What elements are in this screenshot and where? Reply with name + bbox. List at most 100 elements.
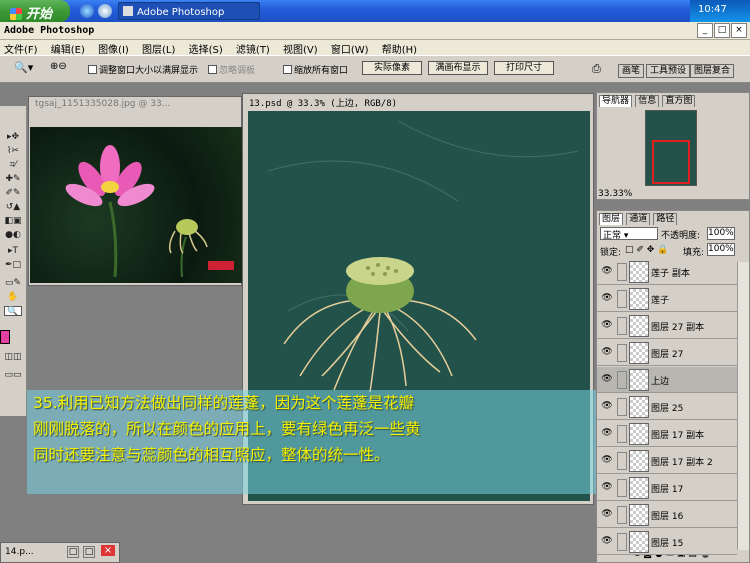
layer-row[interactable]: 👁 图层 15 xyxy=(597,529,737,555)
layers-scrollbar[interactable] xyxy=(737,262,749,550)
brush-link-slot[interactable] xyxy=(617,425,627,443)
layer-row[interactable]: 👁 图层 17 副本 2 xyxy=(597,448,737,474)
fill-input[interactable]: 100% xyxy=(707,243,735,256)
fill-label: 填充: xyxy=(683,248,705,258)
brush-link-slot[interactable] xyxy=(617,371,627,389)
tab-navigator[interactable]: 导航器 xyxy=(599,95,633,107)
brush-link-slot[interactable] xyxy=(617,533,627,551)
maximize-button[interactable]: □ xyxy=(714,23,730,38)
path-tool-icon[interactable]: ▸T xyxy=(4,246,22,256)
layer-name: 图层 17 副本 2 xyxy=(651,458,713,468)
eye-icon[interactable]: 👁 xyxy=(601,509,613,519)
pen-tool-icon[interactable]: ✒□ xyxy=(4,260,22,270)
navigator-view-box[interactable] xyxy=(652,140,690,184)
desktop-icon[interactable] xyxy=(98,4,112,18)
lasso-tool-icon[interactable]: ⌇✂ xyxy=(4,146,22,156)
lock-icons[interactable]: □ ✐ ✥ 🔒 xyxy=(625,245,668,255)
brush-link-slot[interactable] xyxy=(617,452,627,470)
tab-histogram[interactable]: 直方图 xyxy=(662,95,696,107)
layer-row[interactable]: 👁 图层 27 副本 xyxy=(597,313,737,339)
layer-row[interactable]: 👁 图层 17 副本 xyxy=(597,421,737,447)
navigator-zoom[interactable]: 33.33% xyxy=(598,189,632,199)
layer-thumbnail xyxy=(629,504,649,526)
foreground-color-swatch[interactable] xyxy=(0,330,10,344)
layer-row[interactable]: 👁 莲子 xyxy=(597,286,737,312)
palette-well-icon[interactable]: ⎙ xyxy=(592,62,601,76)
tab-layer-comps[interactable]: 图层复合 xyxy=(690,64,735,78)
brush-link-slot[interactable] xyxy=(617,317,627,335)
doc2-title: 13.psd @ 33.3% (上边, RGB/8) xyxy=(249,99,398,109)
layer-name: 上边 xyxy=(651,377,670,387)
maximize-doc-button[interactable]: □ xyxy=(83,546,95,558)
layer-thumbnail xyxy=(629,423,649,445)
layer-row[interactable]: 👁 莲子 副本 xyxy=(597,259,737,285)
eye-icon[interactable]: 👁 xyxy=(601,428,613,438)
taskbar-window-button[interactable]: Adobe Photoshop xyxy=(118,2,260,20)
tab-layers[interactable]: 图层 xyxy=(599,213,624,225)
layer-name: 图层 27 副本 xyxy=(651,323,705,333)
notes-tool-icon[interactable]: ▭✎ xyxy=(4,278,22,288)
eraser-tool-icon[interactable]: ◧▣ xyxy=(4,216,22,226)
eye-icon[interactable]: 👁 xyxy=(601,374,613,384)
tab-brushes[interactable]: 画笔 xyxy=(618,64,645,78)
brush-link-slot[interactable] xyxy=(617,344,627,362)
brush-link-slot[interactable] xyxy=(617,290,627,308)
eye-icon[interactable]: 👁 xyxy=(601,482,613,492)
eye-icon[interactable]: 👁 xyxy=(601,293,613,303)
eye-icon[interactable]: 👁 xyxy=(601,347,613,357)
menu-bar: 文件(F) 编辑(E) 图像(I) 图层(L) 选择(S) 滤镜(T) 视图(V… xyxy=(0,40,750,56)
brush-tool-icon[interactable]: ✐✎ xyxy=(4,188,22,198)
zoom-tool-icon[interactable]: 🔍▾ xyxy=(14,61,33,74)
restore-button[interactable]: □ xyxy=(67,546,79,558)
resize-window-checkbox[interactable]: 调整窗口大小以满屏显示 xyxy=(88,63,198,76)
ignore-palettes-checkbox[interactable]: 忽略调板 xyxy=(208,63,255,76)
blur-tool-icon[interactable]: ●◐ xyxy=(4,230,22,240)
layer-row[interactable]: 👁 图层 25 xyxy=(597,394,737,420)
layer-thumbnail xyxy=(629,288,649,310)
move-tool-icon[interactable]: ▸✥ xyxy=(4,132,22,142)
zoom-all-windows-checkbox[interactable]: 缩放所有窗口 xyxy=(283,63,348,76)
eye-icon[interactable]: 👁 xyxy=(601,401,613,411)
tab-info[interactable]: 信息 xyxy=(635,95,660,107)
eye-icon[interactable]: 👁 xyxy=(601,320,613,330)
tab-tool-presets[interactable]: 工具预设 xyxy=(646,64,691,78)
zoom-tool-icon-box[interactable]: 🔍 xyxy=(4,306,22,317)
doc1-canvas[interactable] xyxy=(30,127,242,283)
layer-row[interactable]: 👁 上边 xyxy=(597,367,737,393)
screen-mode-icon[interactable]: ▭▭ xyxy=(4,370,22,380)
history-brush-icon[interactable]: ↺▲ xyxy=(4,202,22,212)
tab-channels[interactable]: 通道 xyxy=(626,213,651,225)
quickmask-icon[interactable]: ◫◫ xyxy=(4,352,22,362)
close-doc-button[interactable]: × xyxy=(101,545,115,556)
document-window-lotus-photo[interactable]: tgsaj_1151335028.jpg @ 33... xyxy=(28,96,242,286)
print-size-button[interactable]: 打印尺寸 xyxy=(494,61,554,75)
brush-link-slot[interactable] xyxy=(617,506,627,524)
eyedropper-tool-icon[interactable]: ✋ xyxy=(4,292,22,302)
watermark-logo xyxy=(208,261,234,270)
close-button[interactable]: × xyxy=(731,23,747,38)
eye-icon[interactable]: 👁 xyxy=(601,455,613,465)
minimize-button[interactable]: _ xyxy=(697,23,713,38)
minimized-document[interactable]: 14.p... □ □ × xyxy=(0,542,120,563)
zoom-in-icon[interactable]: ⊕⊖ xyxy=(50,61,67,72)
crop-tool-icon[interactable]: ⌗⁄ xyxy=(4,160,22,170)
layer-row[interactable]: 👁 图层 16 xyxy=(597,502,737,528)
doc1-title: tgsaj_1151335028.jpg @ 33... xyxy=(29,97,241,113)
blend-mode-select[interactable]: 正常 ▾ xyxy=(600,227,658,241)
ie-icon[interactable] xyxy=(80,4,94,18)
fit-screen-button[interactable]: 满画布显示 xyxy=(428,61,488,75)
brush-link-slot[interactable] xyxy=(617,398,627,416)
heal-tool-icon[interactable]: ✚✎ xyxy=(4,174,22,184)
brush-link-slot[interactable] xyxy=(617,479,627,497)
eye-icon[interactable]: 👁 xyxy=(601,266,613,276)
taskbar xyxy=(0,0,750,22)
opacity-input[interactable]: 100% xyxy=(707,227,735,240)
layer-row[interactable]: 👁 图层 27 xyxy=(597,340,737,366)
tab-paths[interactable]: 路径 xyxy=(653,213,678,225)
eye-icon[interactable]: 👁 xyxy=(601,536,613,546)
layer-thumbnail xyxy=(629,396,649,418)
actual-pixels-button[interactable]: 实际像素 xyxy=(362,61,422,75)
start-button[interactable]: 开始 xyxy=(0,0,70,22)
layer-row[interactable]: 👁 图层 17 xyxy=(597,475,737,501)
brush-link-slot[interactable] xyxy=(617,263,627,281)
